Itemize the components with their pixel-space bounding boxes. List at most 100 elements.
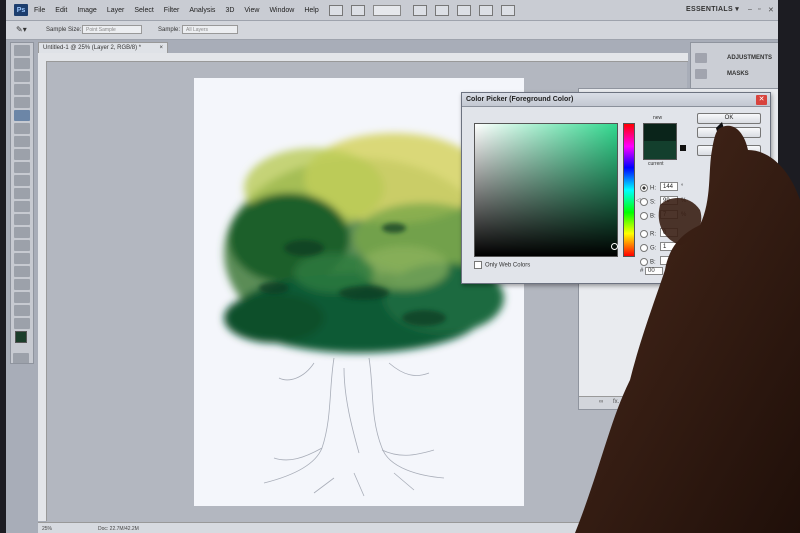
link-layers-icon[interactable]: ∞: [599, 399, 603, 405]
lasso-tool-icon[interactable]: [14, 71, 30, 82]
menu-file[interactable]: File: [34, 7, 45, 14]
saturation-unit: %: [681, 198, 687, 204]
healing-brush-tool-icon[interactable]: [14, 123, 30, 134]
brightness-label: B:: [650, 213, 656, 220]
hex-field[interactable]: # 00: [640, 267, 664, 275]
3d-orbit-tool-icon[interactable]: [14, 292, 30, 303]
hue-unit: °: [681, 184, 684, 190]
eyedropper-preset-icon[interactable]: ✎▾: [16, 25, 30, 35]
menu-select[interactable]: Select: [134, 7, 153, 14]
color-picker-dialog: Color Picker (Foreground Color) ✕ ◁ new …: [461, 92, 771, 284]
color-field-marker[interactable]: [611, 243, 618, 250]
cancel-button[interactable]: Ca: [697, 127, 761, 138]
quick-selection-tool-icon[interactable]: [14, 84, 30, 95]
menu-3d[interactable]: 3D: [225, 7, 234, 14]
add-to-swatches-button[interactable]: Add: [697, 145, 761, 156]
zoom-readout[interactable]: 25%: [42, 526, 52, 532]
blur-tool-icon[interactable]: [14, 201, 30, 212]
document-tab-title: Untitled-1 @ 25% (Layer 2, RGB/8) *: [43, 45, 142, 51]
hue-input[interactable]: 144: [660, 182, 678, 191]
close-icon[interactable]: ✕: [756, 95, 767, 105]
green-radio[interactable]: G:: [640, 244, 656, 252]
hue-radio[interactable]: H:: [640, 184, 656, 192]
minimize-icon[interactable]: –: [748, 6, 752, 13]
green-input[interactable]: 1: [660, 242, 678, 251]
arrange-documents-icon[interactable]: [478, 4, 493, 16]
marquee-tool-icon[interactable]: [14, 58, 30, 69]
workspace-label: ESSENTIALS: [686, 6, 733, 13]
eyedropper-tool-icon[interactable]: [14, 110, 30, 121]
current-color-swatch[interactable]: [643, 141, 677, 160]
menu-image[interactable]: Image: [77, 7, 96, 14]
red-input[interactable]: 0: [660, 228, 678, 237]
blue-radio[interactable]: B:: [640, 258, 656, 266]
type-tool-icon[interactable]: [14, 240, 30, 251]
sample-select[interactable]: All Layers: [182, 25, 238, 34]
eraser-tool-icon[interactable]: [14, 175, 30, 186]
hue-slider[interactable]: [623, 123, 635, 257]
adjustments-icon[interactable]: [695, 53, 707, 63]
masks-tab[interactable]: MASKS: [727, 71, 749, 77]
menu-bar: Ps File Edit Image Layer Select Filter A…: [6, 0, 778, 21]
path-selection-tool-icon[interactable]: [14, 253, 30, 264]
layer-style-button[interactable]: fx.: [613, 399, 619, 405]
workspace-switcher[interactable]: ESSENTIALS ▾: [686, 5, 739, 13]
quick-mask-icon[interactable]: [13, 353, 29, 364]
saturation-label: S:: [650, 199, 656, 206]
menu-analysis[interactable]: Analysis: [189, 7, 215, 14]
history-brush-tool-icon[interactable]: [14, 162, 30, 173]
sample-size-select[interactable]: Point Sample: [82, 25, 142, 34]
radio-icon: [640, 212, 648, 220]
foreground-color-swatch[interactable]: [15, 331, 27, 343]
radio-icon: [640, 230, 648, 238]
menu-window[interactable]: Window: [269, 7, 294, 14]
rotate-view-icon[interactable]: [456, 4, 471, 16]
adjustments-tab[interactable]: ADJUSTMENTS: [727, 55, 772, 61]
restore-icon[interactable]: ▫: [758, 6, 760, 13]
hex-input[interactable]: 00: [645, 267, 664, 275]
zoom-tool-panel-icon[interactable]: [14, 318, 30, 329]
shape-tool-icon[interactable]: [14, 266, 30, 277]
brush-tool-icon[interactable]: [14, 136, 30, 147]
menu-filter[interactable]: Filter: [164, 7, 180, 14]
close-icon[interactable]: ✕: [768, 6, 774, 14]
document-tab[interactable]: Untitled-1 @ 25% (Layer 2, RGB/8) * ×: [38, 42, 168, 53]
only-web-colors-checkbox[interactable]: Only Web Colors: [474, 261, 530, 269]
chevron-down-icon: ▾: [735, 6, 740, 13]
color-field[interactable]: [474, 123, 618, 257]
menu-view[interactable]: View: [244, 7, 259, 14]
3d-rotate-tool-icon[interactable]: [14, 279, 30, 290]
move-tool-icon[interactable]: [14, 45, 30, 56]
hand-tool-icon[interactable]: [412, 4, 427, 16]
new-color-swatch: [643, 123, 677, 142]
clone-stamp-tool-icon[interactable]: [14, 149, 30, 160]
screen-mode-icon[interactable]: [500, 4, 515, 16]
menu-edit[interactable]: Edit: [55, 7, 67, 14]
document-size: Doc: 22.7M/42.2M: [98, 526, 139, 532]
only-web-colors-label: Only Web Colors: [485, 262, 531, 269]
bridge-icon[interactable]: [328, 4, 343, 16]
view-extras-icon[interactable]: [350, 4, 365, 16]
dodge-tool-icon[interactable]: [14, 214, 30, 225]
web-safe-warning-icon[interactable]: [680, 145, 686, 151]
crop-tool-icon[interactable]: [14, 97, 30, 108]
brightness-radio[interactable]: B:: [640, 212, 656, 220]
pen-tool-icon[interactable]: [14, 227, 30, 238]
zoom-level-field[interactable]: [372, 4, 401, 16]
gradient-tool-icon[interactable]: [14, 188, 30, 199]
ok-button[interactable]: OK: [697, 113, 761, 124]
dialog-title: Color Picker (Foreground Color): [462, 93, 770, 107]
hand-tool-panel-icon[interactable]: [14, 305, 30, 316]
radio-icon: [640, 244, 648, 252]
saturation-radio[interactable]: S:: [640, 198, 656, 206]
menu-help[interactable]: Help: [304, 7, 318, 14]
zoom-tool-icon[interactable]: [434, 4, 449, 16]
brightness-unit: %: [681, 212, 687, 218]
masks-icon[interactable]: [695, 69, 707, 79]
blue-input[interactable]: [660, 256, 678, 265]
menu-layer[interactable]: Layer: [107, 7, 125, 14]
current-color-label: current: [648, 161, 664, 167]
saturation-input[interactable]: 99: [660, 196, 678, 205]
brightness-input[interactable]: 7: [660, 210, 678, 219]
red-radio[interactable]: R:: [640, 230, 656, 238]
